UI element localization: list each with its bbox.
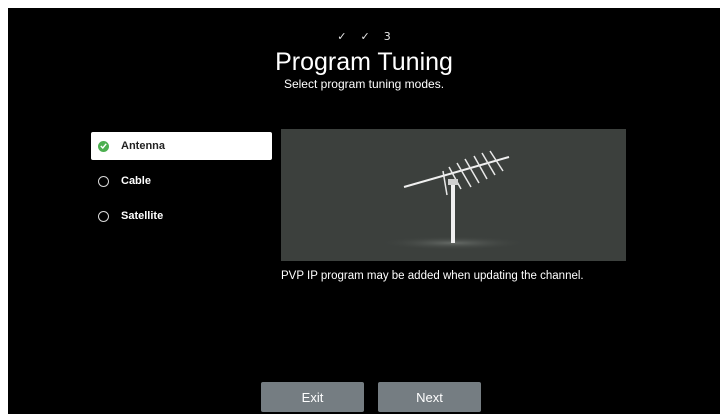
tuning-mode-list: Antenna Cable Satellite: [91, 132, 272, 237]
option-cable[interactable]: Cable: [91, 167, 272, 195]
info-text: PVP IP program may be added when updatin…: [281, 270, 584, 282]
preview-panel: [281, 129, 626, 261]
tv-setup-screen: ✓ ✓ 3 Program Tuning Select program tuni…: [8, 8, 720, 414]
page-title: Program Tuning: [275, 48, 453, 76]
option-antenna[interactable]: Antenna: [91, 132, 272, 160]
radio-unchecked-icon: [98, 210, 109, 222]
page-subtitle: Select program tuning modes.: [283, 77, 445, 91]
step-2-check: ✓: [360, 30, 370, 43]
option-label: Satellite: [121, 210, 164, 222]
radio-checked-icon: [98, 140, 109, 152]
exit-button[interactable]: Exit: [261, 382, 364, 412]
option-label: Antenna: [121, 140, 165, 152]
next-button[interactable]: Next: [378, 382, 481, 412]
option-label: Cable: [121, 175, 151, 187]
option-satellite[interactable]: Satellite: [91, 202, 272, 230]
step-1-check: ✓: [337, 30, 347, 43]
radio-unchecked-icon: [98, 175, 109, 187]
step-3-number: 3: [383, 30, 391, 43]
antenna-illustration-icon: [378, 150, 528, 250]
step-indicator: ✓ ✓ 3: [8, 30, 720, 43]
